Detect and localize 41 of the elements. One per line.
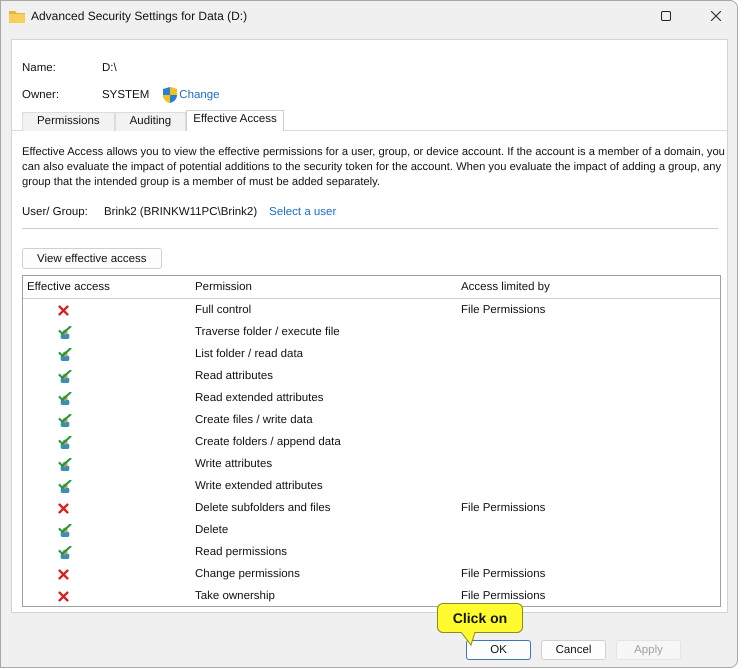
user-group-label: User/ Group: xyxy=(22,206,89,218)
name-value: D:\ xyxy=(102,62,117,74)
shield-icon xyxy=(163,86,178,102)
column-header[interactable]: Permission xyxy=(195,281,461,293)
tab[interactable]: Permissions xyxy=(22,112,115,131)
permission-cell-text: Full control xyxy=(195,304,252,316)
column-header[interactable]: Effective access xyxy=(23,281,195,293)
name-label: Name: xyxy=(22,62,57,74)
permission-cell-text: Write attributes xyxy=(195,458,274,470)
permission-cell-text: Take ownership xyxy=(195,590,276,602)
description-text: Effective Access allows you to view the effective permissions for a user, group, or device account. If the account is a member of a domain, you can also evaluate the impact of potential additions to the security token for the account. When you evaluate the impact of adding a group, any group that the intended group is a member of must be added separately. xyxy=(22,145,726,190)
change-link[interactable]: Change xyxy=(179,88,220,100)
view-effective-access-button[interactable]: View effective access xyxy=(22,248,162,269)
permission-cell-text: Traverse folder / execute file xyxy=(195,326,341,338)
user-group-value: Brink2 (BRINKW11PC\Brink2) xyxy=(104,206,258,218)
permission-cell-text: Create files / write data xyxy=(195,414,314,426)
limited-by-cell: File Permissions xyxy=(461,502,546,514)
limited-by-cell: File Permissions xyxy=(461,304,546,316)
select-user-link[interactable]: Select a user xyxy=(269,206,336,218)
dialog-button[interactable]: Cancel xyxy=(541,640,606,660)
permission-cell-text: Create folders / append data xyxy=(195,436,342,448)
permission-cell-text: List folder / read data xyxy=(195,348,304,360)
maximize-icon[interactable] xyxy=(661,11,671,21)
permission-cell-text: Read permissions xyxy=(195,546,288,558)
column-header[interactable]: Access limited by xyxy=(461,281,550,293)
permission-cell-text: Write extended attributes xyxy=(195,480,324,492)
tab[interactable]: Effective Access xyxy=(186,110,284,131)
owner-label: Owner: xyxy=(22,88,60,100)
permission-cell-text: Delete subfolders and files xyxy=(195,502,332,514)
dialog-button[interactable]: OK xyxy=(466,640,531,660)
limited-by-cell: File Permissions xyxy=(461,568,546,580)
window-title: Advanced Security Settings for Data (D:) xyxy=(31,9,248,23)
folder-icon xyxy=(9,10,25,22)
owner-value: SYSTEM xyxy=(102,88,150,100)
close-icon[interactable] xyxy=(711,11,721,21)
permission-cell-text: Read extended attributes xyxy=(195,392,325,404)
permission-cell-text: Read attributes xyxy=(195,370,274,382)
tab[interactable]: Auditing xyxy=(114,112,186,131)
permission-cell-text: Change permissions xyxy=(195,568,301,580)
limited-by-cell: File Permissions xyxy=(461,590,546,602)
permission-cell-text: Delete xyxy=(195,524,230,536)
